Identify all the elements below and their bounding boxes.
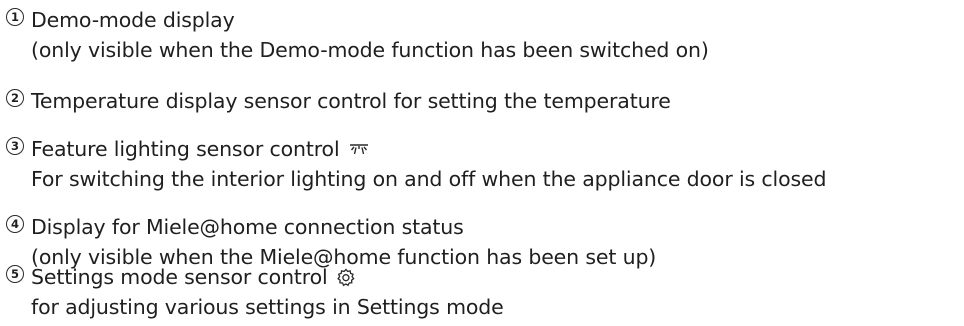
item-detail: For switching the interior lighting on a…: [31, 167, 827, 191]
item-number-badge: 3: [6, 137, 24, 155]
item-text: Temperature display sensor control for s…: [31, 86, 964, 116]
item-text: Feature lighting sensor control For swit…: [31, 134, 964, 194]
item-detail: for adjusting various settings in Settin…: [31, 295, 504, 319]
item-number-badge: 5: [6, 265, 24, 283]
item-title: Feature lighting sensor control: [31, 137, 340, 161]
item-title: Demo-mode display: [31, 8, 235, 32]
item-text: Demo-mode display (only visible when the…: [31, 5, 964, 65]
legend-list: 1 Demo-mode display (only visible when t…: [0, 0, 964, 326]
item-title-row: Feature lighting sensor control: [31, 134, 964, 164]
item-number-badge: 4: [6, 215, 24, 233]
item-number-badge: 1: [6, 8, 24, 26]
light-icon: [348, 143, 370, 157]
item-detail: (only visible when the Demo-mode functio…: [31, 38, 709, 62]
item-title: Temperature display sensor control for s…: [31, 89, 671, 113]
gear-icon: [336, 268, 356, 288]
item-title-row: Settings mode sensor control: [31, 262, 964, 292]
item-title: Display for Miele@home connection status: [31, 215, 464, 239]
item-text: Settings mode sensor control for adjusti…: [31, 262, 964, 322]
item-number-badge: 2: [6, 89, 24, 107]
item-title: Settings mode sensor control: [31, 265, 328, 289]
